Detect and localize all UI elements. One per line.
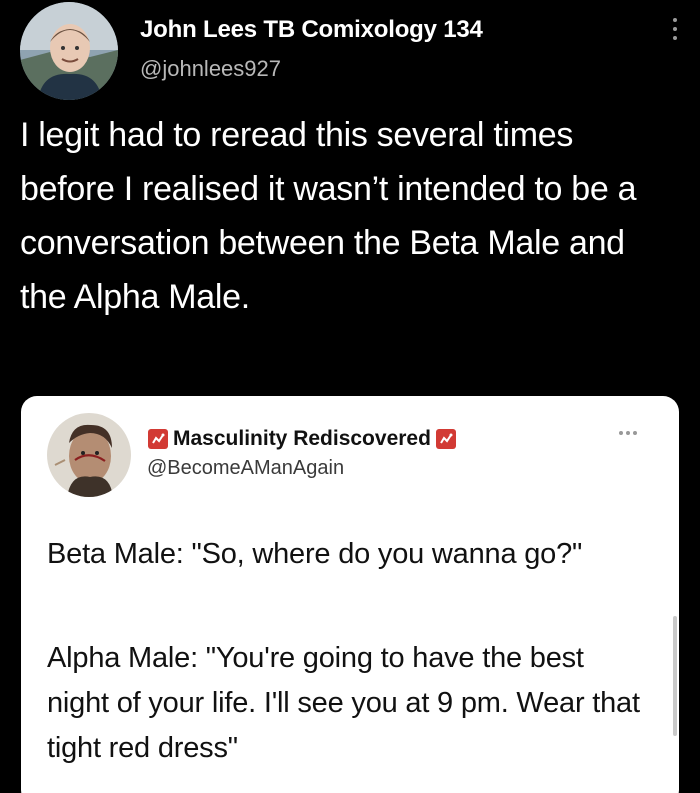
author-name[interactable]: John Lees TB Comixology 134 bbox=[140, 16, 483, 44]
quoted-tweet-text-line-1: Beta Male: "So, where do you wanna go?" bbox=[47, 538, 583, 570]
masculinity-logo-icon bbox=[435, 429, 456, 449]
quoted-tweet-card[interactable]: Masculinity Rediscovered @BecomeAManAgai… bbox=[21, 396, 679, 793]
avatar-image-icon bbox=[20, 2, 118, 100]
tweet-text: I legit had to reread this several times… bbox=[20, 116, 637, 316]
more-horizontal-icon[interactable] bbox=[619, 431, 643, 437]
quoted-author-name[interactable]: Masculinity Rediscovered bbox=[173, 427, 431, 451]
quoted-avatar[interactable] bbox=[47, 413, 131, 497]
scrollbar[interactable] bbox=[673, 616, 677, 736]
author-handle[interactable]: @johnlees927 bbox=[140, 56, 281, 82]
avatar[interactable] bbox=[20, 2, 118, 100]
outer-tweet-header: John Lees TB Comixology 134 @johnlees927 bbox=[20, 2, 680, 100]
quoted-author-handle[interactable]: @BecomeAManAgain bbox=[147, 457, 344, 480]
more-vertical-icon[interactable] bbox=[670, 18, 680, 48]
quoted-avatar-image-icon bbox=[47, 413, 131, 497]
quoted-author-row: Masculinity Rediscovered bbox=[147, 425, 457, 453]
masculinity-logo-icon bbox=[148, 429, 168, 449]
quoted-tweet-text-line-2: Alpha Male: "You're going to have the be… bbox=[47, 642, 640, 764]
